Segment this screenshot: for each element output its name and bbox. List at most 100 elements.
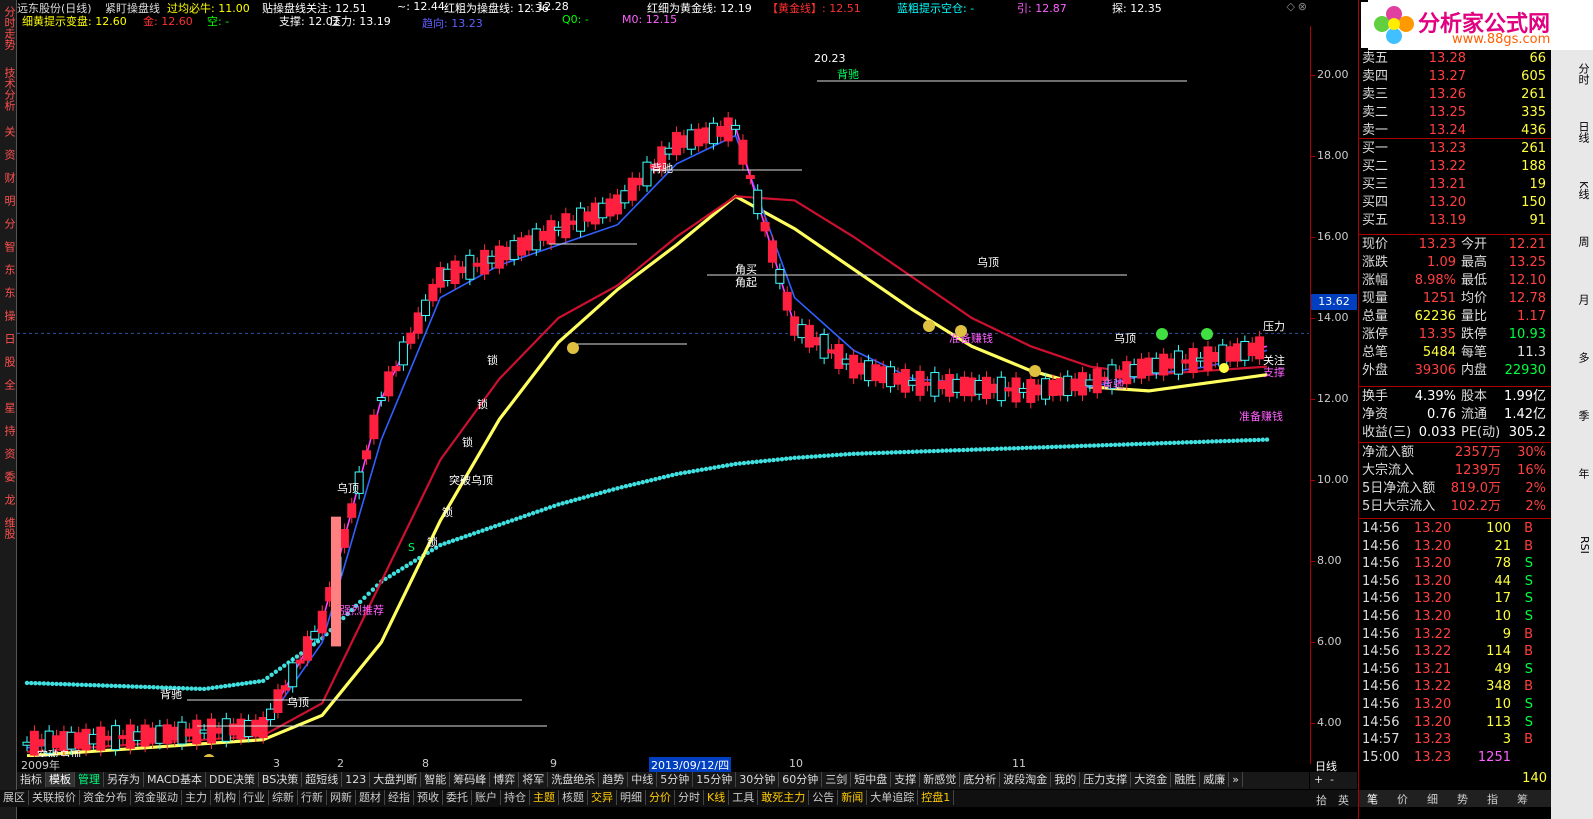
left-sidebar-item[interactable]: 星	[0, 400, 16, 414]
kline-chart[interactable]: 20.23背驰背驰背驰背驰乌顶乌顶乌顶乌顶角买角起强烈推荐准备赚钱准备赚钱突破乌…	[17, 26, 1309, 764]
indicator-tab[interactable]: 波段淘金	[1000, 772, 1052, 787]
indicator-tab[interactable]: 超短线	[302, 772, 343, 787]
function-tab[interactable]: 主题	[530, 790, 559, 805]
indicator-tab[interactable]: 60分钟	[779, 772, 823, 787]
left-sidebar-item[interactable]: 明	[0, 193, 16, 207]
function-tab[interactable]: 资金驱动	[131, 790, 182, 805]
left-sidebar-item[interactable]: 日	[0, 331, 16, 345]
left-sidebar-item[interactable]: 东	[0, 262, 16, 276]
indicator-tab[interactable]: 博弈	[490, 772, 520, 787]
left-sidebar-item[interactable]: 操	[0, 308, 16, 322]
function-tab[interactable]: 控盘1	[918, 790, 955, 805]
quote-tab[interactable]: 势	[1457, 791, 1468, 807]
left-sidebar-item[interactable]: 资	[0, 147, 16, 161]
left-sidebar-item[interactable]: 分时走势	[0, 2, 16, 54]
indicator-tab[interactable]: 威廉	[1200, 772, 1230, 787]
indicator-tab[interactable]: 另存为	[104, 772, 144, 787]
right-toolbar-item[interactable]: 多	[1553, 350, 1591, 364]
quote-tab[interactable]: 细	[1427, 791, 1438, 807]
tab-add-button[interactable]: +	[1314, 773, 1323, 786]
left-sidebar-item[interactable]: 全	[0, 377, 16, 391]
function-tab[interactable]: 题材	[356, 790, 385, 805]
indicator-tab[interactable]: 30分钟	[736, 772, 780, 787]
function-tab[interactable]: 机构	[211, 790, 240, 805]
ime-pinyin[interactable]: 拾	[1316, 792, 1327, 808]
left-sidebar-item[interactable]: 股	[0, 354, 16, 368]
indicator-tab[interactable]: 筹码峰	[450, 772, 491, 787]
function-tab[interactable]: 分时	[675, 790, 704, 805]
function-tab[interactable]: 工具	[729, 790, 759, 805]
indicator-tab[interactable]: 模板	[46, 772, 75, 787]
indicator-tab[interactable]: 趋势	[599, 772, 629, 787]
function-tab[interactable]: 大单追踪	[867, 790, 919, 805]
indicator-tab[interactable]: 15分钟	[693, 772, 737, 787]
quote-tab[interactable]: 笔	[1367, 791, 1378, 807]
right-toolbar-item[interactable]: 季	[1553, 408, 1591, 422]
indicator-tab[interactable]: MACD基本	[144, 772, 206, 787]
left-sidebar-item[interactable]: 智	[0, 239, 16, 253]
indicator-tab[interactable]: 新感觉	[920, 772, 961, 787]
function-tab[interactable]: 新闻	[838, 790, 868, 805]
function-tab[interactable]: 关联报价	[29, 790, 80, 805]
indicator-tab[interactable]: 123	[342, 772, 371, 787]
left-sidebar-item[interactable]: 分	[0, 216, 16, 230]
left-sidebar-item[interactable]: 资	[0, 446, 16, 460]
quote-tab[interactable]: 指	[1487, 791, 1498, 807]
left-sidebar-item[interactable]: 维股	[0, 515, 16, 541]
indicator-tab[interactable]: 支撑	[891, 772, 921, 787]
right-toolbar-item[interactable]: RSI	[1553, 524, 1591, 566]
indicator-tab[interactable]: 压力支撑	[1080, 772, 1132, 787]
left-sidebar-item[interactable]: 持	[0, 423, 16, 437]
function-tab[interactable]: 主力	[182, 790, 211, 805]
indicator-tab[interactable]: 智能	[421, 772, 451, 787]
function-tab[interactable]: 综新	[269, 790, 298, 805]
left-sidebar-item[interactable]: 财	[0, 170, 16, 184]
indicator-tab[interactable]: 大资金	[1131, 772, 1172, 787]
right-toolbar-item[interactable]: 月	[1553, 292, 1591, 306]
indicator-tab[interactable]: 将军	[519, 772, 549, 787]
function-tab[interactable]: 行业	[240, 790, 269, 805]
indicator-tab[interactable]: 底分析	[960, 772, 1001, 787]
left-sidebar-item[interactable]: 技术分析	[0, 63, 16, 115]
indicator-tab[interactable]: 洗盘绝杀	[548, 772, 600, 787]
tab-remove-button[interactable]: -	[1330, 773, 1334, 786]
function-tab[interactable]: 持仓	[501, 790, 530, 805]
minimize-icon[interactable]: ◇	[1287, 0, 1295, 13]
indicator-tab[interactable]: 三剑	[822, 772, 852, 787]
indicator-tab[interactable]: 融胜	[1171, 772, 1201, 787]
function-tab[interactable]: 公告	[809, 790, 839, 805]
right-toolbar-item[interactable]: 周	[1553, 234, 1591, 248]
function-tab[interactable]: 核题	[559, 790, 588, 805]
function-tab[interactable]: 资金分布	[80, 790, 131, 805]
function-tab[interactable]: 网新	[327, 790, 356, 805]
left-sidebar-item[interactable]: 委	[0, 469, 16, 483]
right-toolbar-item[interactable]: 日线	[1553, 118, 1591, 146]
quote-tab[interactable]: 筹	[1517, 791, 1528, 807]
indicator-tab[interactable]: 我的	[1051, 772, 1081, 787]
indicator-tab[interactable]: 大盘判断	[370, 772, 422, 787]
indicator-tab[interactable]: 中线	[628, 772, 658, 787]
quote-tab[interactable]: 价	[1397, 791, 1408, 807]
ime-english[interactable]: 英	[1338, 792, 1349, 808]
left-sidebar-item[interactable]: 东	[0, 285, 16, 299]
function-tab[interactable]: 明细	[617, 790, 646, 805]
indicator-tab[interactable]: DDE决策	[206, 772, 259, 787]
left-sidebar-item[interactable]: 龙	[0, 492, 16, 506]
indicator-tab[interactable]: 指标	[17, 772, 46, 787]
function-tab[interactable]: 行新	[298, 790, 327, 805]
indicator-tab[interactable]: BS决策	[259, 772, 303, 787]
function-tab[interactable]: K线	[704, 790, 730, 805]
indicator-tab[interactable]: 5分钟	[657, 772, 694, 787]
function-tab[interactable]: 展区	[0, 790, 29, 805]
indicator-tab[interactable]: »	[1229, 772, 1243, 787]
close-icon[interactable]: ⊗	[1298, 0, 1307, 13]
function-tab[interactable]: 交异	[588, 790, 617, 805]
right-toolbar-item[interactable]: K线	[1553, 176, 1591, 204]
indicator-tab[interactable]: 短中盘	[851, 772, 892, 787]
right-toolbar-item[interactable]: 年	[1553, 466, 1591, 480]
function-tab[interactable]: 分价	[646, 790, 675, 805]
function-tab[interactable]: 委托	[443, 790, 472, 805]
function-tab[interactable]: 经指	[385, 790, 414, 805]
left-sidebar-item[interactable]: 关	[0, 124, 16, 138]
right-toolbar-item[interactable]: 分时	[1553, 60, 1591, 88]
